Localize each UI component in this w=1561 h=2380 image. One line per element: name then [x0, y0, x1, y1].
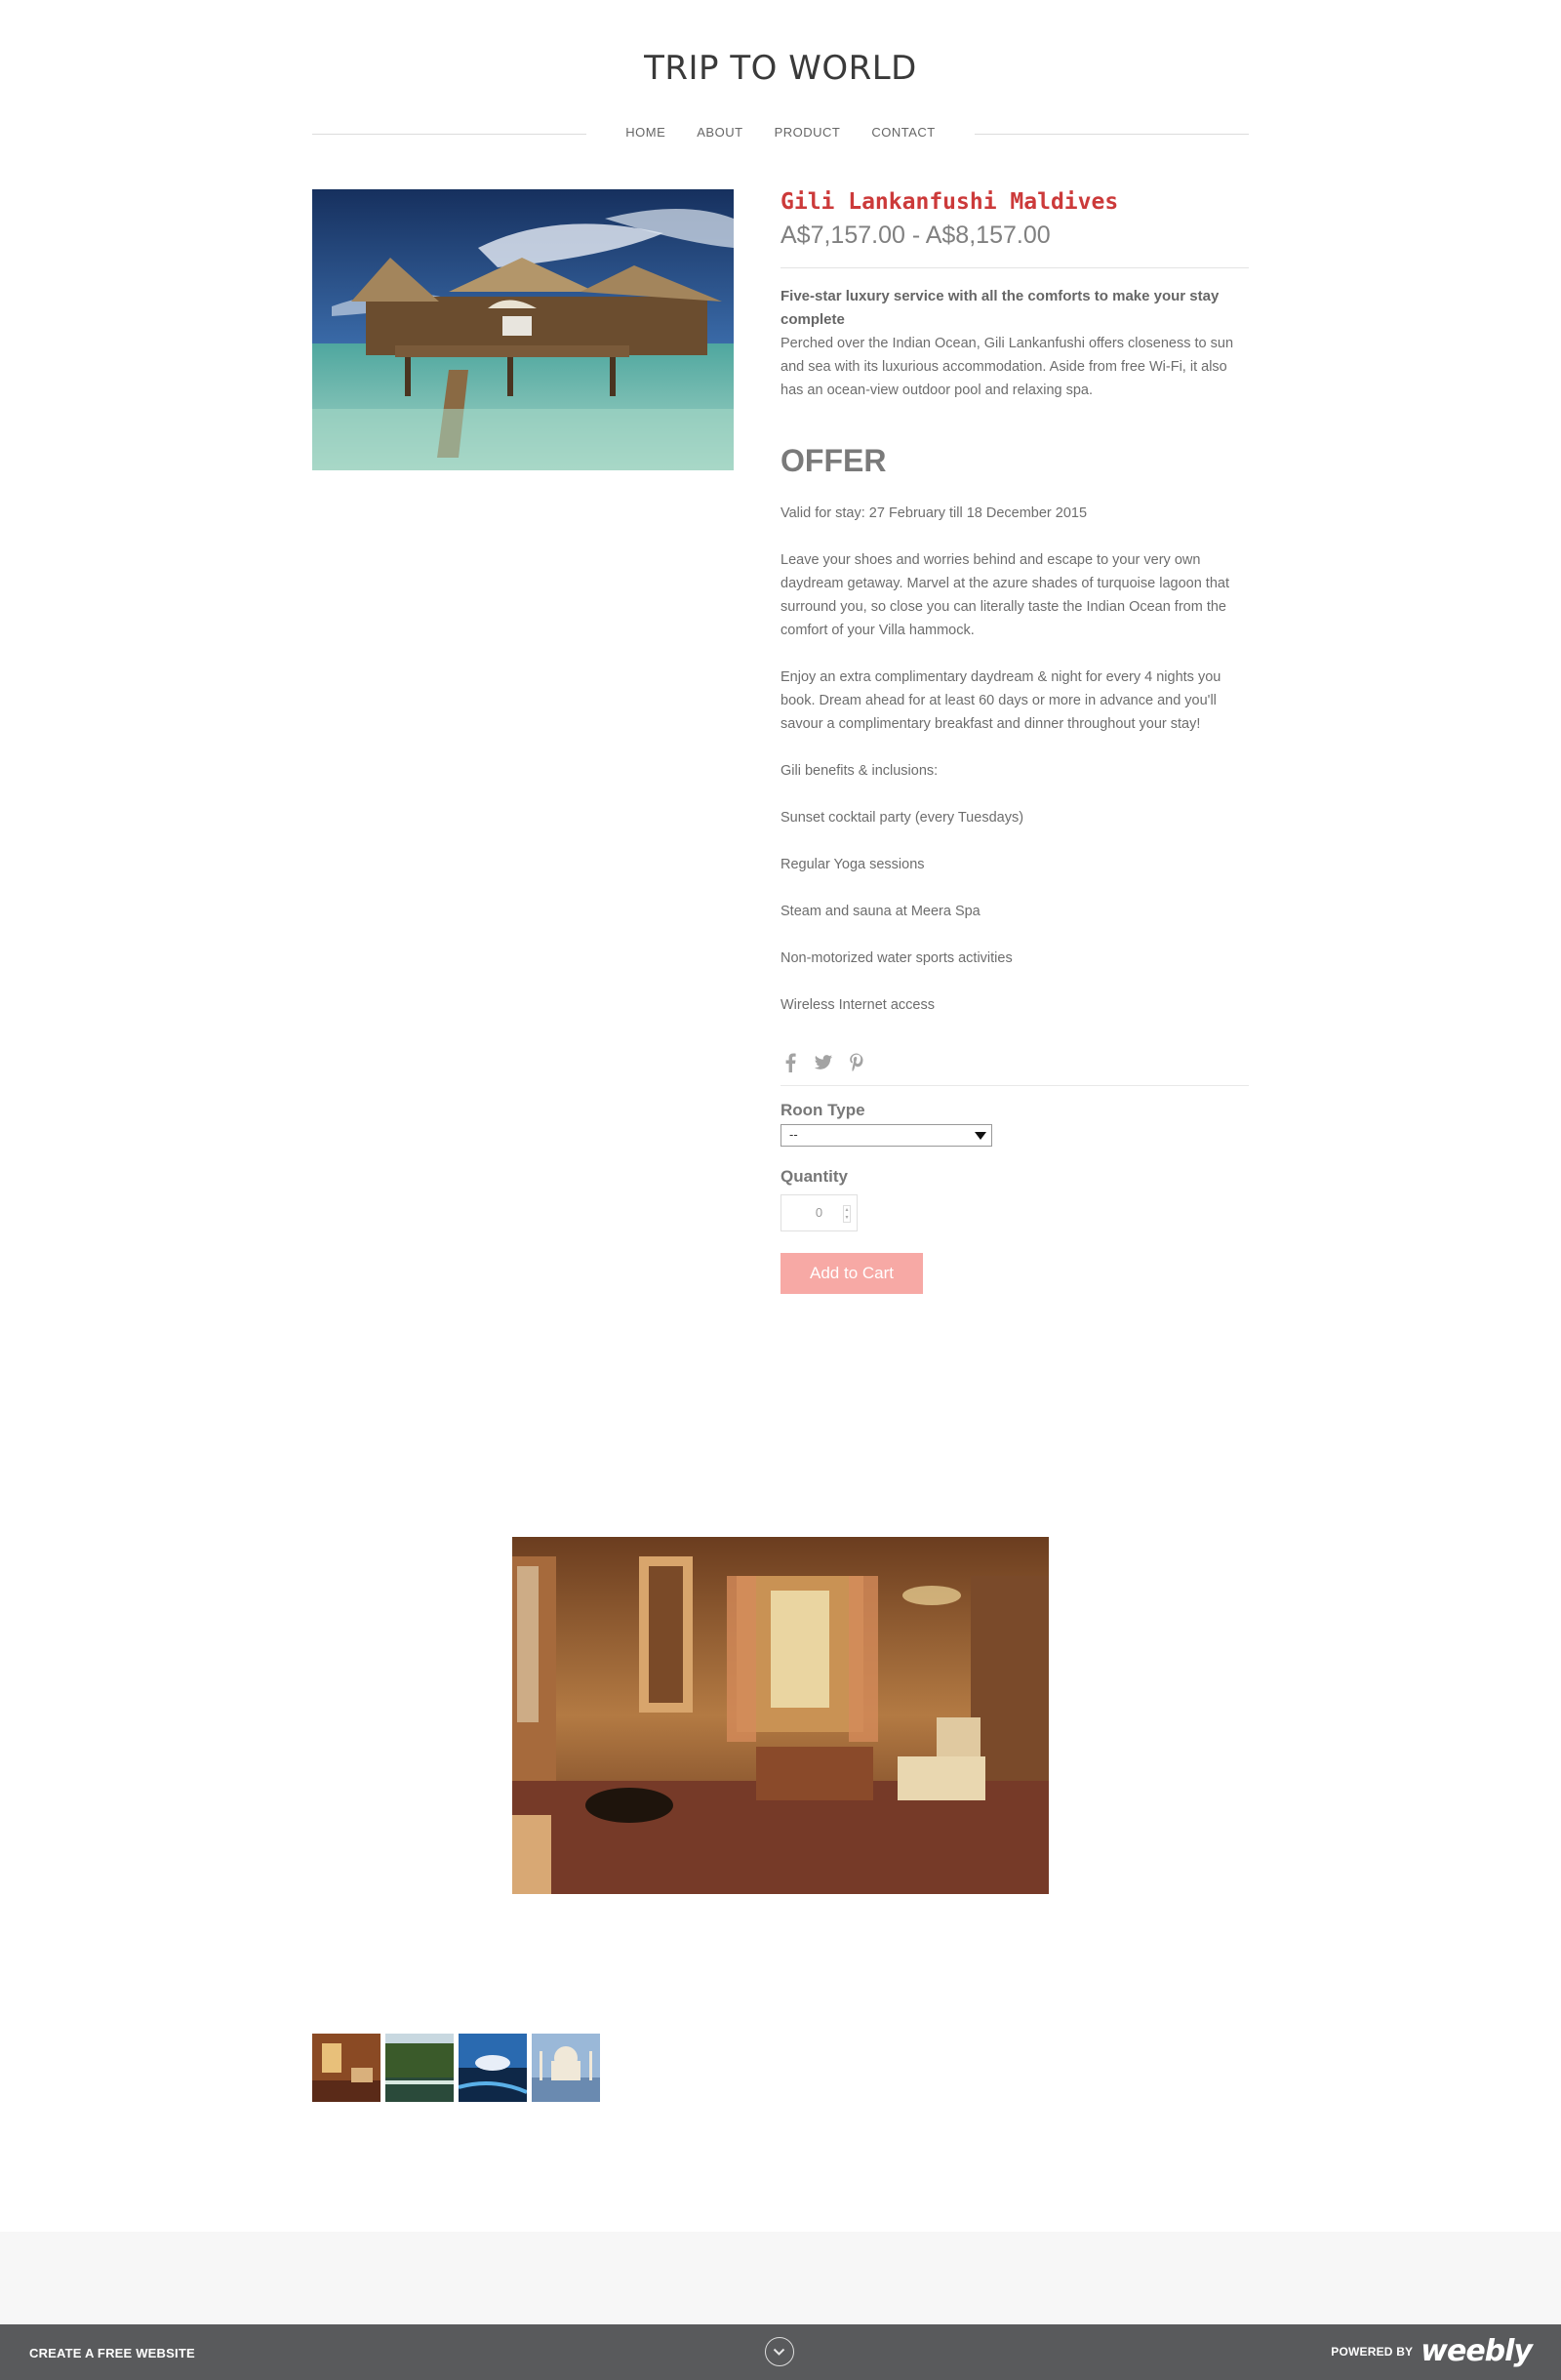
- twitter-icon[interactable]: [814, 1052, 833, 1073]
- nav-about[interactable]: ABOUT: [697, 125, 742, 140]
- pinterest-icon[interactable]: [847, 1052, 866, 1073]
- footer-band: [0, 2232, 1561, 2324]
- options-divider: [780, 1085, 1249, 1086]
- product-details: Gili Lankanfushi Maldives A$7,157.00 - A…: [780, 189, 1249, 1294]
- room-type-select[interactable]: --: [780, 1124, 992, 1147]
- room-type-value: --: [789, 1127, 798, 1142]
- quantity-label: Quantity: [780, 1167, 848, 1186]
- benefit-item: Steam and sauna at Meera Spa: [780, 904, 981, 919]
- product-main-image[interactable]: [312, 189, 734, 470]
- room-type-label: Roon Type: [780, 1101, 865, 1119]
- weebly-footer-bar: CREATE A FREE WEBSITE POWERED BY weebly: [0, 2324, 1561, 2380]
- gallery-thumbnails: [312, 2034, 600, 2102]
- quantity-value: 0: [815, 1205, 823, 1220]
- offer-heading: OFFER: [780, 443, 887, 478]
- add-to-cart-button[interactable]: Add to Cart: [780, 1253, 923, 1294]
- thumbnail-taj-mahal[interactable]: [532, 2034, 600, 2102]
- offer-paragraph: Leave your shoes and worries behind and …: [780, 552, 1229, 638]
- spinner-arrows-icon[interactable]: ▴ ▾: [843, 1205, 851, 1223]
- facebook-icon[interactable]: [780, 1052, 800, 1073]
- product-price: A$7,157.00 - A$8,157.00: [780, 222, 1051, 249]
- benefit-item: Sunset cocktail party (every Tuesdays): [780, 810, 1024, 826]
- chevron-down-icon: [975, 1132, 986, 1140]
- offer-paragraph: Enjoy an extra complimentary daydream & …: [780, 669, 1221, 732]
- nav-home[interactable]: HOME: [625, 125, 665, 140]
- chevron-down-icon[interactable]: [765, 2337, 794, 2366]
- powered-by[interactable]: POWERED BY weebly: [1331, 2334, 1533, 2368]
- site-title[interactable]: TRIP TO WORLD: [0, 49, 1561, 88]
- price-divider: [780, 267, 1249, 268]
- quantity-stepper[interactable]: 0 ▴ ▾: [780, 1194, 858, 1231]
- main-nav: HOME ABOUT PRODUCT CONTACT: [0, 125, 1561, 140]
- thumbnail-hotel-lobby[interactable]: [312, 2034, 380, 2102]
- benefits-heading: Gili benefits & inclusions:: [780, 763, 939, 779]
- thumbnail-night-pool[interactable]: [459, 2034, 527, 2102]
- nav-contact[interactable]: CONTACT: [871, 125, 935, 140]
- offer-validity: Valid for stay: 27 February till 18 Dece…: [780, 505, 1088, 521]
- thumbnail-resort-pool[interactable]: [385, 2034, 454, 2102]
- product-title: Gili Lankanfushi Maldives: [780, 189, 1119, 215]
- powered-by-label: POWERED BY: [1331, 2345, 1414, 2359]
- product-intro: Perched over the Indian Ocean, Gili Lank…: [780, 336, 1234, 398]
- social-share: [780, 1052, 1249, 1073]
- product-headline: Five-star luxury service with all the co…: [780, 288, 1220, 328]
- weebly-logo: weebly: [1421, 2334, 1533, 2368]
- benefit-item: Non-motorized water sports activities: [780, 950, 1013, 966]
- benefit-item: Regular Yoga sessions: [780, 857, 925, 872]
- create-free-website-link[interactable]: CREATE A FREE WEBSITE: [29, 2346, 195, 2360]
- gallery-main-image[interactable]: [512, 1537, 1049, 1894]
- benefit-item: Wireless Internet access: [780, 997, 935, 1013]
- nav-product[interactable]: PRODUCT: [775, 125, 841, 140]
